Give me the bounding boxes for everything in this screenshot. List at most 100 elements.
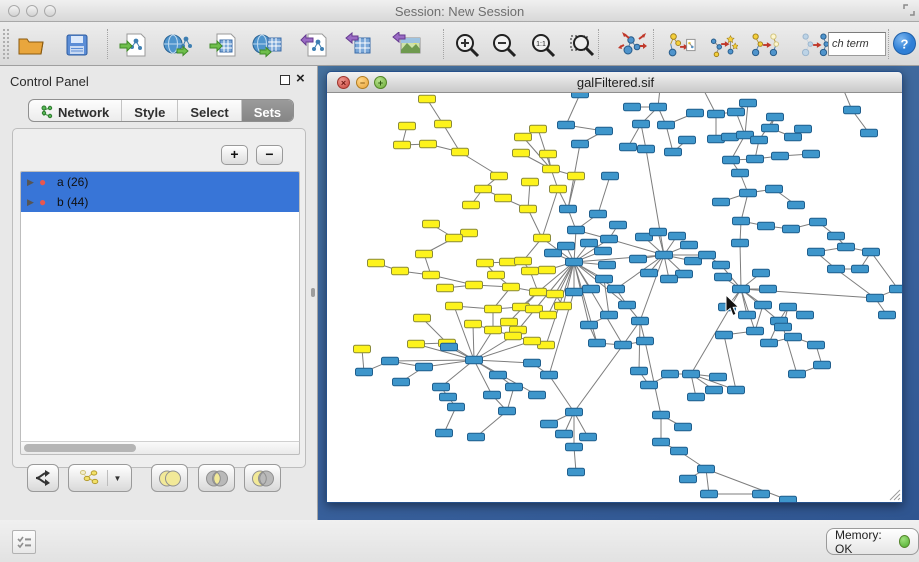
graph-node-selected[interactable] [466, 281, 483, 289]
graph-node[interactable] [713, 261, 730, 269]
graph-node[interactable] [810, 218, 827, 226]
graph-node[interactable] [436, 429, 453, 437]
graph-node[interactable] [662, 370, 679, 378]
graph-node[interactable] [638, 145, 655, 153]
graph-node[interactable] [753, 269, 770, 277]
graph-node[interactable] [484, 391, 501, 399]
graph-node[interactable] [676, 270, 693, 278]
union-button[interactable] [151, 464, 188, 492]
split-set-button[interactable] [27, 464, 59, 492]
graph-node-selected[interactable] [530, 125, 547, 133]
graph-node-selected[interactable] [547, 290, 564, 298]
graph-node-selected[interactable] [420, 140, 437, 148]
graph-node[interactable] [671, 447, 688, 455]
graph-edge[interactable] [566, 94, 580, 125]
graph-node[interactable] [631, 367, 648, 375]
graph-node[interactable] [590, 210, 607, 218]
graph-node[interactable] [732, 239, 749, 247]
graph-node[interactable] [698, 465, 715, 473]
graph-node[interactable] [641, 381, 658, 389]
graph-node[interactable] [669, 232, 686, 240]
graph-node[interactable] [844, 106, 861, 114]
graph-node[interactable] [448, 403, 465, 411]
graph-edge[interactable] [740, 243, 741, 289]
graph-node[interactable] [393, 378, 410, 386]
graph-edge[interactable] [871, 252, 898, 289]
graph-node[interactable] [602, 172, 619, 180]
graph-node[interactable] [732, 169, 749, 177]
graph-node[interactable] [558, 242, 575, 250]
graph-node[interactable] [699, 251, 716, 259]
graph-node[interactable] [658, 121, 675, 129]
graph-node[interactable] [541, 420, 558, 428]
import-network-web-button[interactable] [163, 30, 193, 60]
add-set-button[interactable]: + [221, 145, 248, 165]
graph-node-selected[interactable] [534, 234, 551, 242]
graph-node[interactable] [766, 185, 783, 193]
open-session-button[interactable] [16, 30, 46, 60]
network-window-titlebar[interactable]: × − + galFiltered.sif [327, 72, 903, 93]
graph-node[interactable] [610, 221, 627, 229]
graph-node[interactable] [728, 108, 745, 116]
expand-arrow-icon[interactable]: ▶ [21, 177, 39, 188]
graph-node[interactable] [589, 339, 606, 347]
set-row-b[interactable]: ▶ ● b (44) [21, 192, 299, 212]
graph-node-selected[interactable] [543, 165, 560, 173]
graph-node-selected[interactable] [435, 120, 452, 128]
graph-node[interactable] [506, 383, 523, 391]
graph-node[interactable] [568, 226, 585, 234]
graph-node[interactable] [468, 433, 485, 441]
graph-edge[interactable] [574, 255, 664, 262]
graph-edge[interactable] [528, 209, 542, 238]
horizontal-scrollbar[interactable] [20, 441, 300, 455]
graph-node-selected[interactable] [461, 229, 478, 237]
graph-node[interactable] [490, 371, 507, 379]
task-history-button[interactable] [12, 530, 36, 554]
graph-node-selected[interactable] [414, 314, 431, 322]
graph-node-selected[interactable] [399, 122, 416, 130]
graph-node[interactable] [661, 275, 678, 283]
graph-node[interactable] [630, 255, 647, 263]
graph-node[interactable] [785, 133, 802, 141]
graph-node[interactable] [687, 109, 704, 117]
graph-node[interactable] [890, 285, 904, 293]
graph-node[interactable] [633, 120, 650, 128]
graph-node[interactable] [619, 301, 636, 309]
graph-node-selected[interactable] [513, 149, 530, 157]
graph-node[interactable] [852, 265, 869, 273]
graph-node[interactable] [761, 339, 778, 347]
graph-node[interactable] [596, 275, 613, 283]
graph-node[interactable] [524, 359, 541, 367]
graph-node-selected[interactable] [491, 172, 508, 180]
graph-node[interactable] [713, 198, 730, 206]
graph-node[interactable] [780, 496, 797, 503]
graph-node-selected[interactable] [485, 326, 502, 334]
graph-node-selected[interactable] [446, 234, 463, 242]
graph-node[interactable] [595, 247, 612, 255]
graph-node[interactable] [416, 363, 433, 371]
graph-node-selected[interactable] [394, 141, 411, 149]
graph-node[interactable] [861, 129, 878, 137]
graph-node[interactable] [755, 301, 772, 309]
intersection-button[interactable] [198, 464, 235, 492]
graph-node[interactable] [382, 357, 399, 365]
tab-style[interactable]: Style [122, 100, 178, 121]
graph-node[interactable] [650, 228, 667, 236]
graph-node[interactable] [747, 155, 764, 163]
new-network-from-selection-button[interactable] [666, 30, 696, 60]
graph-node[interactable] [599, 261, 616, 269]
graph-node-selected[interactable] [495, 194, 512, 202]
graph-node-selected[interactable] [423, 220, 440, 228]
graph-node[interactable] [545, 249, 562, 257]
zoom-in-button[interactable] [452, 30, 482, 60]
graph-node[interactable] [808, 248, 825, 256]
graph-node-selected[interactable] [520, 205, 537, 213]
graph-node[interactable] [758, 222, 775, 230]
graph-node-selected[interactable] [408, 340, 425, 348]
graph-node[interactable] [583, 285, 600, 293]
tab-sets[interactable]: Sets [242, 100, 293, 121]
graph-node[interactable] [653, 438, 670, 446]
graph-edge[interactable] [645, 341, 661, 415]
graph-node[interactable] [785, 333, 802, 341]
graph-node[interactable] [653, 411, 670, 419]
